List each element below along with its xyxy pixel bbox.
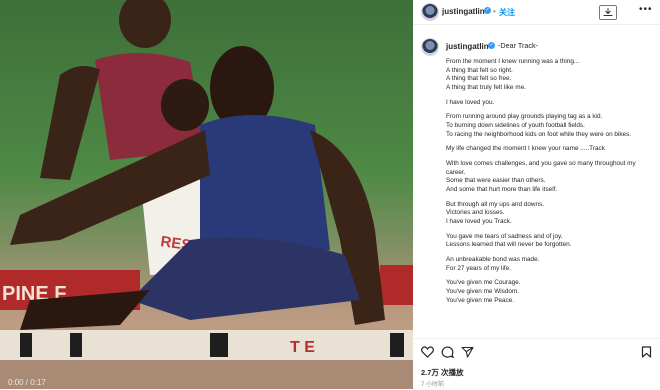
hurdle-stripe [70,333,82,357]
caption-line: A thing that truly felt like me. [446,83,526,91]
caption-line: From the moment I knew running was a thi… [446,58,580,65]
track-ground [0,360,413,389]
hurdle-stripe [390,333,404,357]
caption-line: My life changed the moment I knew your n… [446,145,605,153]
caption-line: A thing that felt so right. [446,66,513,74]
heart-icon[interactable] [421,346,434,358]
post-actions: 2.7万 次播放 7 小时前 [413,338,660,390]
caption-line: You've given me Courage. [446,279,521,287]
caption-line: An unbreakable bond was made. [446,256,540,263]
hurdle-stripe [20,333,32,357]
caption-line: To racing the neighborhood kids on foot … [446,130,632,138]
caption-username[interactable]: justingatlin [446,42,489,51]
middle-runner-head [161,79,209,131]
caption-line: Some that were easier than others. [446,177,546,185]
caption-line: For 27 years of my life. [446,264,511,272]
caption-line: From running around play grounds playing… [446,113,603,121]
post-panel: justingatlin ✓ • 关注 ••• justingatlin ✓ -… [413,0,660,389]
post-time: 7 小时前 [421,382,445,388]
caption-line: You've given me Peace. [446,296,515,304]
caption-line: Lessons learned that will never be forgo… [446,241,572,249]
follow-button[interactable]: 关注 [499,7,515,18]
caption: justingatlin ✓ -Dear Track- From the mom… [413,25,660,338]
caption-line: career. [446,168,466,176]
caption-line: You gave me tears of sadness and of joy. [446,232,563,240]
hurdle-stripe [210,333,228,357]
comment-icon[interactable] [441,346,454,358]
caption-line: You've given me Wisdom. [446,287,520,295]
caption-line: To burning down sidelines of youth footb… [446,121,585,129]
caption-line: And some that hurt more than life itself… [446,185,558,193]
header-username[interactable]: justingatlin [442,7,485,16]
more-options-button[interactable]: ••• [639,4,653,15]
post-header: justingatlin ✓ • 关注 ••• [413,0,660,25]
hurdle-text: T E [290,339,315,356]
download-icon [603,8,613,16]
caption-line: A thing that felt so free. [446,75,512,83]
avatar[interactable] [421,3,439,21]
verified-badge-icon: ✓ [484,7,491,14]
separator-dot: • [493,7,496,16]
caption-line: But through all my ups and downs. [446,200,545,208]
caption-body: From the moment I knew running was a thi… [446,58,656,305]
video-time-counter: 0:00 / 0:17 [8,378,46,387]
view-count[interactable]: 2.7万 次播放 [421,367,464,378]
caption-avatar[interactable] [421,38,439,56]
post-photo[interactable]: PINE F RESTVIE T E 0:00 / 0:17 [0,0,413,389]
caption-line: I have loved you Track. [446,217,512,225]
download-button[interactable] [599,5,617,20]
verified-badge-icon: ✓ [488,42,495,49]
back-runner-head [119,0,171,48]
red-sign-right [380,265,413,305]
back-runner-arm [40,66,100,180]
caption-line: Victories and losses. [446,209,505,217]
caption-line: With love comes challenges, and you gave… [446,160,636,168]
bookmark-icon[interactable] [641,346,652,358]
hurdle-bar [0,330,413,360]
share-icon[interactable] [461,346,474,358]
caption-title: -Dear Track- [498,41,538,50]
caption-line: I have loved you. [446,98,495,106]
athlete-photo-illustration: PINE F RESTVIE T E [0,0,413,389]
